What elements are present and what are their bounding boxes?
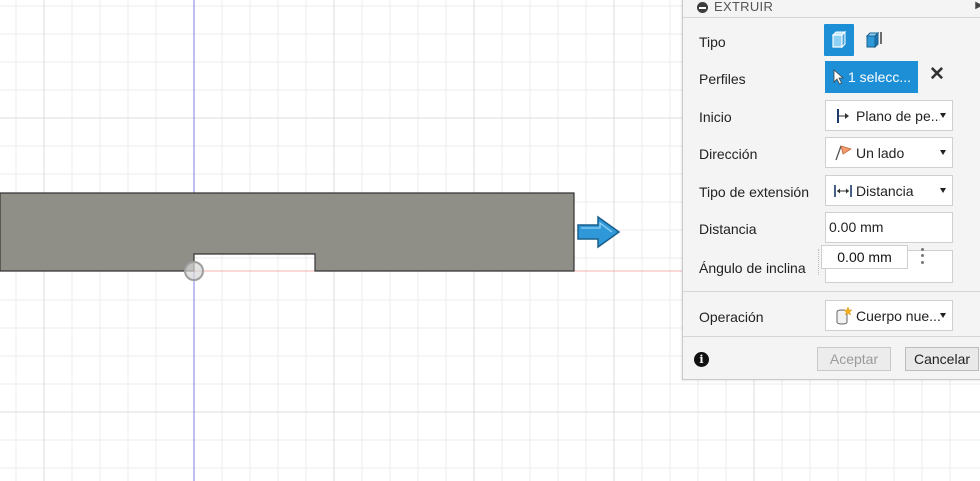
row-tipo-extension: Tipo de extensión Distancia <box>683 173 980 211</box>
dialog-title: EXTRUIR <box>714 0 774 14</box>
inicio-label: Inicio <box>699 109 732 125</box>
tipo-extension-label: Tipo de extensión <box>699 184 809 200</box>
row-tipo: Tipo <box>683 23 980 61</box>
row-angulo: Ángulo de inclina 0.00 mm <box>683 245 980 285</box>
sketch-profile[interactable] <box>0 192 575 272</box>
expand-right-icon[interactable]: ▶ <box>975 0 980 11</box>
row-inicio: Inicio Plano de pe... <box>683 98 980 136</box>
surface-body-icon[interactable] <box>859 24 889 56</box>
ok-button[interactable]: Aceptar <box>817 347 891 371</box>
distance-input[interactable]: 0.00 mm <box>825 212 953 243</box>
chevron-down-icon <box>940 188 946 193</box>
chevron-down-icon <box>940 313 946 318</box>
direccion-label: Dirección <box>699 146 758 162</box>
perfiles-label: Perfiles <box>699 71 746 87</box>
start-dropdown[interactable]: Plano de pe... <box>825 100 953 131</box>
cursor-arrow-icon <box>833 69 845 85</box>
chevron-down-icon <box>940 113 946 118</box>
extrude-dialog: EXTRUIR ▶ Tipo Perfiles 1 selecc... ✕ In… <box>682 0 980 380</box>
chevron-down-icon <box>940 150 946 155</box>
vertical-dots-icon[interactable] <box>919 246 925 266</box>
blue-arrow-manipulator-icon[interactable] <box>577 215 621 249</box>
direction-dropdown-value: Un lado <box>856 144 905 161</box>
angulo-label: Ángulo de inclina <box>699 260 806 276</box>
origin-point[interactable] <box>184 261 204 281</box>
dialog-header: EXTRUIR ▶ <box>683 0 980 18</box>
operacion-label: Operación <box>699 309 764 325</box>
operation-dropdown[interactable]: Cuerpo nue... <box>825 300 953 331</box>
solid-body-icon[interactable] <box>824 24 854 56</box>
profile-plane-icon <box>832 105 854 127</box>
row-direccion: Dirección Un lado <box>683 135 980 173</box>
start-dropdown-value: Plano de pe... <box>856 107 940 124</box>
tipo-label: Tipo <box>699 34 726 50</box>
close-icon[interactable]: ✕ <box>929 63 945 86</box>
info-icon[interactable]: i <box>694 352 709 367</box>
collapse-dot-icon[interactable] <box>697 2 708 13</box>
divider <box>683 291 980 292</box>
direction-dropdown[interactable]: Un lado <box>825 137 953 168</box>
distancia-label: Distancia <box>699 221 757 237</box>
operation-dropdown-value: Cuerpo nue... <box>856 307 940 324</box>
distance-icon <box>832 180 854 202</box>
row-distancia: Distancia 0.00 mm <box>683 210 980 248</box>
profiles-select-text: 1 selecc... <box>848 69 912 85</box>
divider <box>683 336 980 337</box>
row-operacion: Operación Cuerpo nue... <box>683 298 980 336</box>
extent-dropdown-value: Distancia <box>856 182 914 199</box>
profiles-select-button[interactable]: 1 selecc... <box>825 61 918 93</box>
new-body-icon <box>832 305 854 327</box>
angle-input[interactable]: 0.00 mm <box>821 245 908 269</box>
cancel-button[interactable]: Cancelar <box>905 347 979 371</box>
extent-dropdown[interactable]: Distancia <box>825 175 953 206</box>
flag-icon <box>832 142 854 164</box>
row-perfiles: Perfiles 1 selecc... ✕ <box>683 60 980 98</box>
